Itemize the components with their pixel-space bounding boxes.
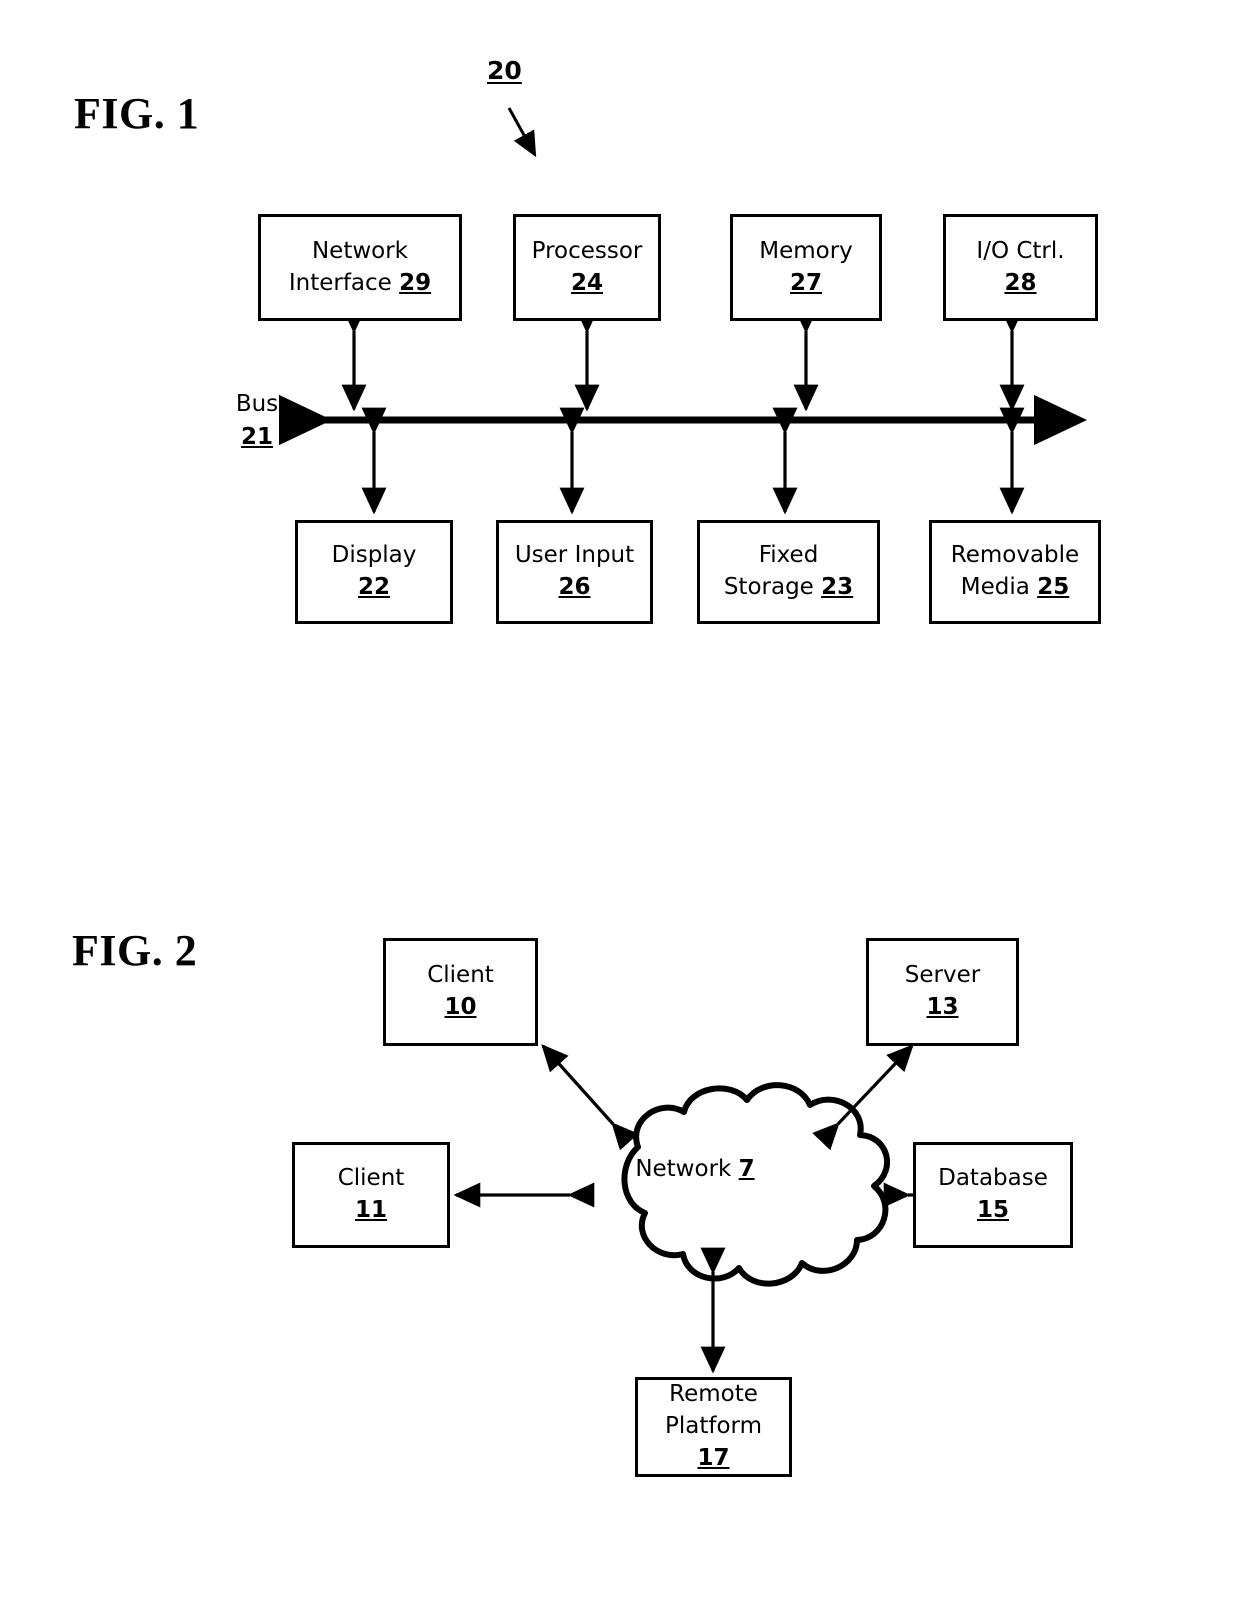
bus-label: Bus 21 <box>222 388 292 455</box>
ref-numeral: 26 <box>558 574 591 600</box>
block-removable-media: Removable Media 25 <box>929 520 1101 624</box>
ref-numeral: 28 <box>1004 269 1037 296</box>
block-label-line2: Media 25 <box>960 574 1070 600</box>
block-remote-platform: Remote Platform 17 <box>635 1377 792 1477</box>
ref-numeral: 7 <box>738 1156 755 1182</box>
lead-line-ref-20: 20 <box>487 56 522 85</box>
ref-numeral: 23 <box>821 574 854 600</box>
block-label-line2: Storage 23 <box>723 574 854 600</box>
network-cloud-label: Network 7 <box>610 1152 780 1187</box>
bus-label-text: Bus <box>235 391 279 417</box>
block-client-11: Client 11 <box>292 1142 450 1248</box>
block-label-line1: Processor <box>531 237 643 264</box>
block-processor: Processor 24 <box>513 214 661 321</box>
ref-numeral: 10 <box>444 994 477 1020</box>
block-label-line1: Server <box>904 962 981 989</box>
ref-numeral: 21 <box>240 424 273 451</box>
figure-1-title: FIG. 1 <box>74 89 200 138</box>
block-fixed-storage: Fixed Storage 23 <box>697 520 880 624</box>
block-label-line1: Remote <box>669 1381 758 1408</box>
ref-numeral: 11 <box>354 1197 387 1223</box>
block-database-15: Database 15 <box>913 1142 1073 1248</box>
block-label-line1: Client <box>427 962 494 989</box>
block-label-line2: Interface 29 <box>288 269 432 296</box>
ref-numeral: 15 <box>976 1197 1009 1223</box>
ref-numeral: 13 <box>926 994 959 1020</box>
block-label-line2: Platform <box>665 1413 762 1440</box>
block-server-13: Server 13 <box>866 938 1019 1046</box>
cloud-label-text: Network <box>635 1156 732 1182</box>
block-io-controller: I/O Ctrl. 28 <box>943 214 1098 321</box>
block-memory: Memory 27 <box>730 214 882 321</box>
ref-numeral: 27 <box>789 269 822 296</box>
figure-2-title: FIG. 2 <box>72 926 198 975</box>
block-label-line1: User Input <box>514 542 635 569</box>
ref-numeral: 24 <box>570 269 603 296</box>
patent-figure-page: FIG. 1 20 Network Interface 29 Processor… <box>0 0 1240 1621</box>
block-label-line1: I/O Ctrl. <box>976 237 1065 264</box>
ref-numeral: 25 <box>1037 574 1070 600</box>
block-network-interface: Network Interface 29 <box>258 214 462 321</box>
ref-numeral: 17 <box>697 1444 730 1471</box>
block-display: Display 22 <box>295 520 453 624</box>
ref-numeral: 22 <box>357 574 390 600</box>
block-label-line1: Memory <box>759 237 853 264</box>
block-label-line1: Removable <box>950 542 1080 569</box>
block-label-line1: Client <box>337 1165 405 1192</box>
ref-numeral: 29 <box>399 269 432 296</box>
block-label-line1: Display <box>331 542 417 569</box>
block-label-line1: Database <box>938 1165 1048 1192</box>
block-label-line1: Fixed <box>758 542 819 569</box>
block-label-line1: Network <box>311 237 409 264</box>
block-user-input: User Input 26 <box>496 520 653 624</box>
block-client-10: Client 10 <box>383 938 538 1046</box>
